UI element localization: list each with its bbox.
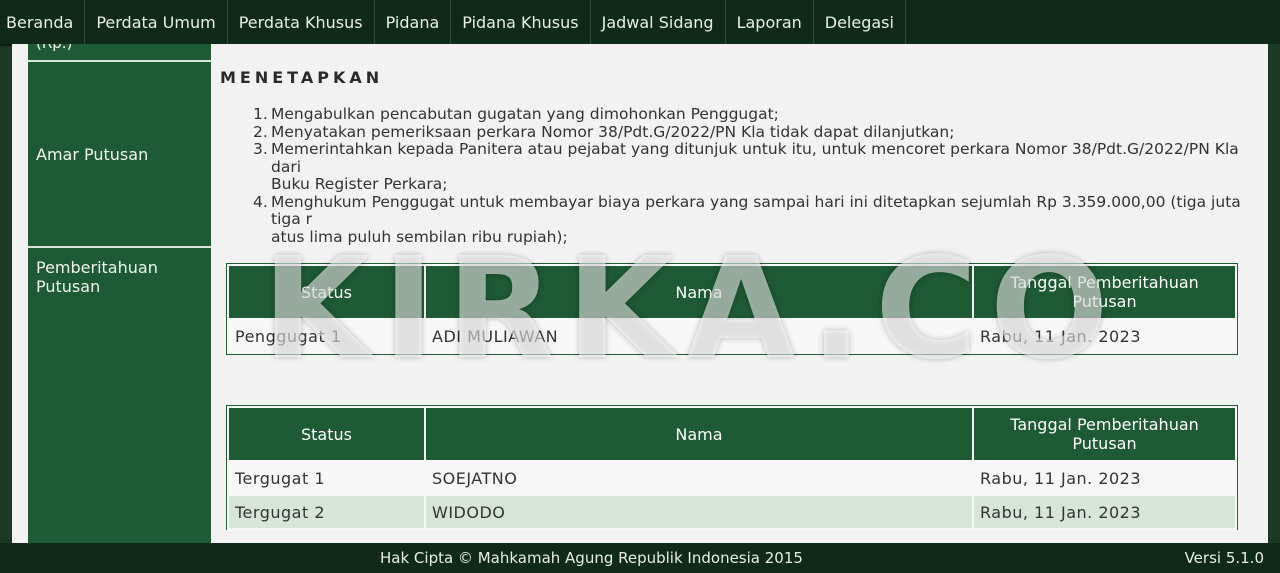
field-label-column: (Rp.) Amar Putusan Pemberitahuan Putusan xyxy=(28,44,211,543)
amar-item: 1. Mengabulkan pencabutan gugatan yang d… xyxy=(253,105,1243,124)
top-navigation: Beranda Perdata Umum Perdata Khusus Pida… xyxy=(0,0,1280,46)
field-label-pemberitahuan: Pemberitahuan Putusan xyxy=(28,248,211,543)
footer: Hak Cipta © Mahkamah Agung Republik Indo… xyxy=(0,543,1280,573)
column-header-tanggal-line2: Putusan xyxy=(1072,434,1137,453)
amar-item: 2. Menyatakan pemeriksaan perkara Nomor … xyxy=(253,122,1243,142)
column-header-tanggal-line1: Tanggal Pemberitahuan xyxy=(1010,273,1199,292)
field-label-amar-putusan: Amar Putusan xyxy=(28,62,211,248)
nav-beranda[interactable]: Beranda xyxy=(0,0,86,44)
cell-tanggal: Rabu, 11 Jan. 2023 xyxy=(980,468,1142,488)
field-value-column: MENETAPKAN 1. Mengabulkan pencabutan gug… xyxy=(211,44,1268,543)
nav-perdata-khusus[interactable]: Perdata Khusus xyxy=(228,0,375,44)
column-header-tanggal-line2: Putusan xyxy=(1072,292,1137,311)
field-label-biaya-text: (Rp.) xyxy=(36,44,72,53)
nav-pidana[interactable]: Pidana xyxy=(375,0,452,44)
amar-item-text: Menghukum Penggugat untuk membayar biaya… xyxy=(271,192,1241,228)
amar-item: 4. Menghukum Penggugat untuk membayar bi… xyxy=(253,192,1243,247)
cell-nama: SOEJATNO xyxy=(432,468,518,488)
amar-item-number: 1. xyxy=(253,105,268,123)
pemberitahuan-label-line2: Putusan xyxy=(36,277,101,296)
column-header-tanggal-line1: Tanggal Pemberitahuan xyxy=(1010,415,1199,434)
table-row: Tergugat 2 WIDODO Rabu, 11 Jan. 2023 xyxy=(229,496,1235,528)
tergugat-table: Status Nama Tanggal Pemberitahuan Putusa… xyxy=(226,405,1238,530)
cell-tanggal: Rabu, 11 Jan. 2023 xyxy=(980,326,1142,346)
amar-item-text: Menyatakan pemeriksaan perkara Nomor 38/… xyxy=(271,122,955,141)
cell-nama: ADI MULIAWAN xyxy=(432,326,559,346)
footer-copyright: Hak Cipta © Mahkamah Agung Republik Indo… xyxy=(380,549,803,567)
cell-status: Penggugat 1 xyxy=(235,326,342,346)
column-header-nama: Nama xyxy=(426,408,972,460)
amar-putusan-label: Amar Putusan xyxy=(36,145,149,164)
column-header-status: Status xyxy=(229,408,424,460)
column-header-tanggal: Tanggal Pemberitahuan Putusan xyxy=(974,266,1235,318)
amar-item: 3. Memerintahkan kepada Panitera atau pe… xyxy=(253,140,1243,194)
table-header-row: Status Nama Tanggal Pemberitahuan Putusa… xyxy=(229,266,1235,318)
cell-status: Tergugat 2 xyxy=(229,496,424,528)
nav-jadwal-sidang[interactable]: Jadwal Sidang xyxy=(591,0,726,44)
nav-delegasi[interactable]: Delegasi xyxy=(814,0,906,44)
penggugat-table: Status Nama Tanggal Pemberitahuan Putusa… xyxy=(226,263,1238,355)
amar-item-number: 4. xyxy=(253,192,268,211)
table-row: Penggugat 1 ADI MULIAWAN Rabu, 11 Jan. 2… xyxy=(229,320,1235,352)
table-row: Tergugat 1 SOEJATNO Rabu, 11 Jan. 2023 xyxy=(229,462,1235,494)
cell-nama: WIDODO xyxy=(426,496,972,528)
column-header-status: Status xyxy=(229,266,424,318)
amar-item-number: 3. xyxy=(253,140,268,158)
footer-version: Versi 5.1.0 xyxy=(1184,549,1264,567)
table-header-row: Status Nama Tanggal Pemberitahuan Putusa… xyxy=(229,408,1235,460)
amar-list: 1. Mengabulkan pencabutan gugatan yang d… xyxy=(253,105,1243,247)
page-scrollbar[interactable] xyxy=(1268,44,1280,543)
nav-perdata-umum[interactable]: Perdata Umum xyxy=(85,0,228,44)
detail-panel: (Rp.) Amar Putusan Pemberitahuan Putusan… xyxy=(12,44,1268,543)
amar-item-text-cont: atus lima puluh sembilan ribu rupiah); xyxy=(271,227,568,246)
cell-tanggal: Rabu, 11 Jan. 2023 xyxy=(974,496,1235,528)
amar-item-number: 2. xyxy=(253,122,268,141)
field-label-biaya: (Rp.) xyxy=(28,44,211,62)
amar-heading: MENETAPKAN xyxy=(220,68,384,87)
cell-status: Tergugat 1 xyxy=(235,468,325,488)
amar-item-text: Memerintahkan kepada Panitera atau pejab… xyxy=(271,140,1239,176)
pemberitahuan-label-line1: Pemberitahuan xyxy=(36,258,158,277)
nav-pidana-khusus[interactable]: Pidana Khusus xyxy=(451,0,591,44)
amar-item-text: Mengabulkan pencabutan gugatan yang dimo… xyxy=(271,105,779,123)
column-header-tanggal: Tanggal Pemberitahuan Putusan xyxy=(974,408,1235,460)
amar-item-text-cont: Buku Register Perkara; xyxy=(271,175,448,193)
nav-laporan[interactable]: Laporan xyxy=(726,0,814,44)
column-header-nama: Nama xyxy=(426,266,972,318)
